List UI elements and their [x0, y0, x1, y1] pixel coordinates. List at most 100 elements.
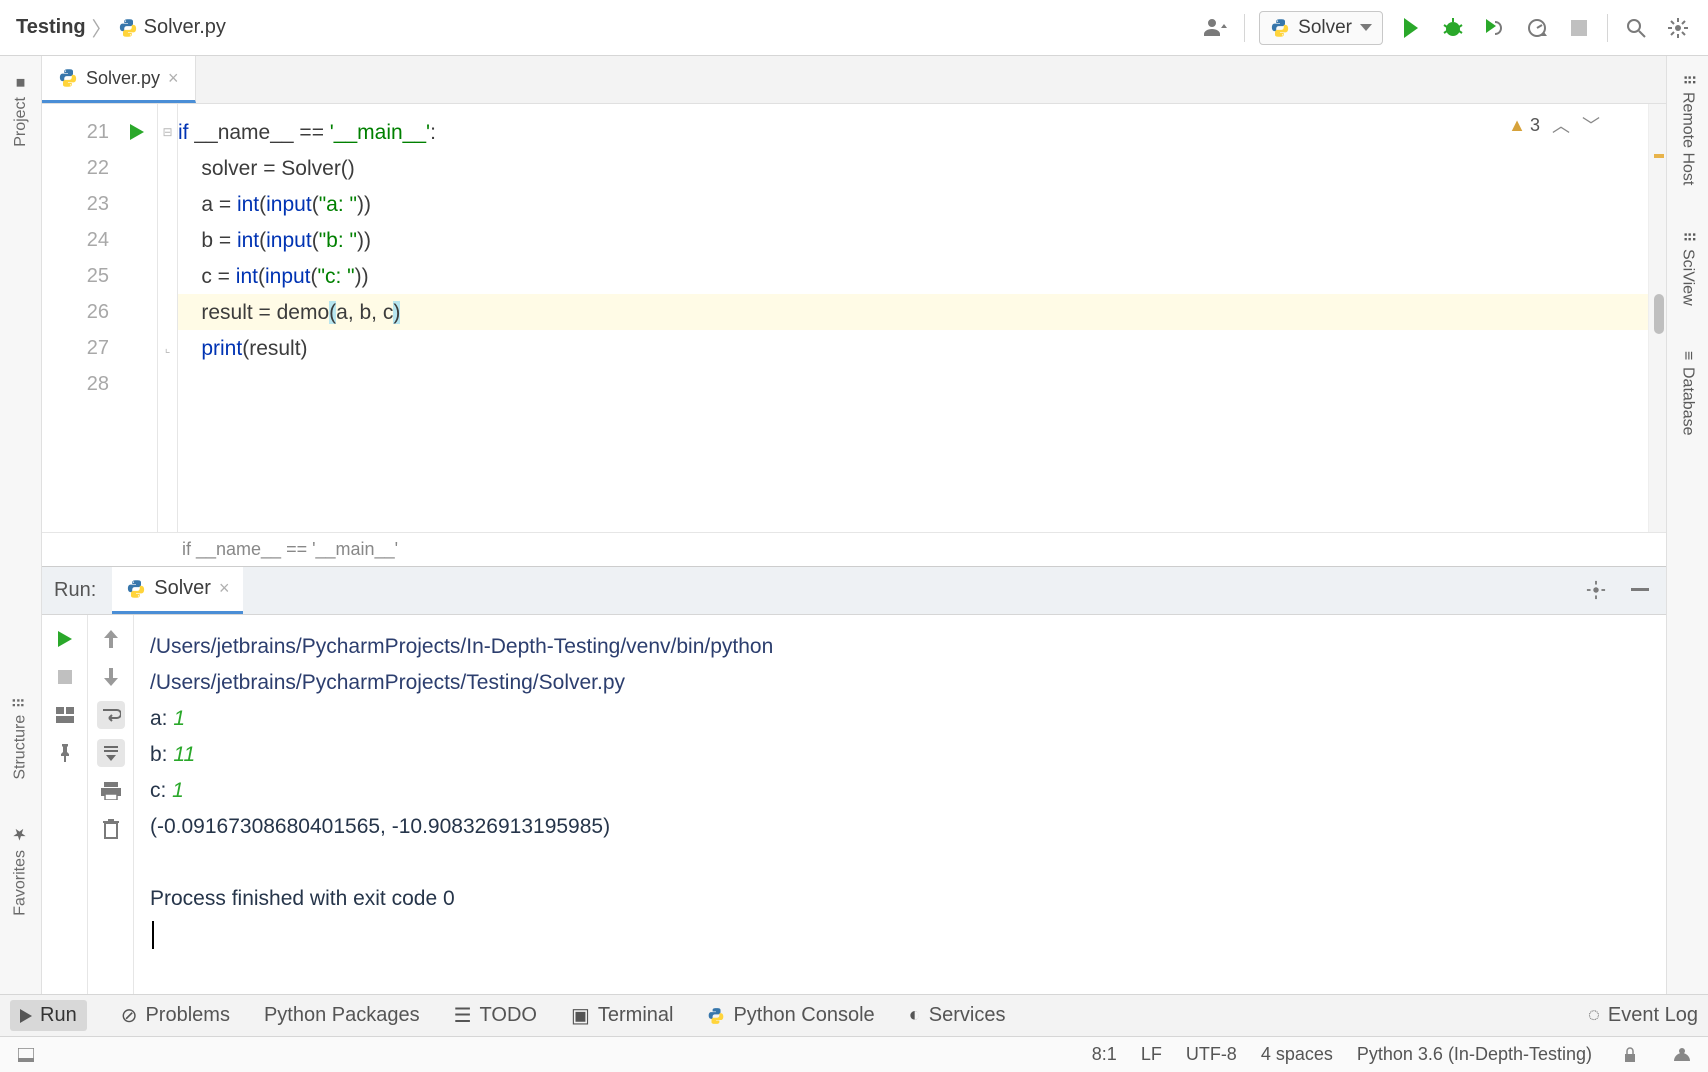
lock-icon[interactable]	[1616, 1041, 1644, 1069]
bottom-run-label: Run	[40, 1004, 77, 1027]
scrollbar-thumb[interactable]	[1654, 294, 1664, 334]
breadcrumb-file-label: Solver.py	[144, 16, 226, 39]
rerun-button[interactable]	[51, 625, 79, 653]
code-line: b = int(input("b: "))	[178, 222, 1648, 258]
line-num: 24	[42, 222, 109, 258]
settings-button[interactable]	[1664, 14, 1692, 42]
code-line: c = int(input("c: "))	[178, 258, 1648, 294]
left-tool-sidebar: Project ■ Structure ⠿ Favorites ★	[0, 56, 42, 994]
line-num: 27	[42, 330, 109, 366]
sidebar-favorites-button[interactable]: Favorites ★	[11, 817, 30, 924]
sidebar-project-button[interactable]: Project ■	[12, 66, 30, 155]
line-num: 28	[42, 366, 109, 402]
inspection-badge[interactable]: ▲ 3 ︿ ﹀	[1508, 112, 1600, 138]
gutter-run-main-icon[interactable]	[117, 114, 157, 150]
bottom-console-button[interactable]: Python Console	[707, 1004, 874, 1027]
up-arrow-button[interactable]	[97, 625, 125, 653]
status-line-ending[interactable]: LF	[1141, 1044, 1162, 1065]
python-config-icon	[1270, 18, 1290, 38]
run-output[interactable]: /Users/jetbrains/PycharmProjects/In-Dept…	[134, 615, 1666, 995]
soft-wrap-button[interactable]	[97, 701, 125, 729]
editor-tab-bar: Solver.py ×	[42, 56, 1666, 104]
bottom-services-button[interactable]: ◐ Services	[909, 1004, 1006, 1027]
stop-button	[1565, 14, 1593, 42]
print-button[interactable]	[97, 777, 125, 805]
delete-button[interactable]	[97, 815, 125, 843]
sidebar-remote-label: Remote Host	[1679, 92, 1697, 185]
top-toolbar-controls: Solver	[1202, 11, 1692, 45]
run-header-label: Run:	[54, 579, 96, 602]
output-line: b: 11	[150, 737, 1650, 773]
pin-button[interactable]	[51, 739, 79, 767]
run-icon	[20, 1009, 32, 1023]
search-everywhere-button[interactable]	[1622, 14, 1650, 42]
bottom-problems-button[interactable]: ⊘ Problems	[121, 1003, 230, 1028]
editor-breadcrumb[interactable]: if __name__ == '__main__'	[42, 532, 1666, 566]
editor-tab-solver[interactable]: Solver.py ×	[42, 56, 196, 103]
status-indent[interactable]: 4 spaces	[1261, 1044, 1333, 1065]
status-cursor-position[interactable]: 8:1	[1092, 1044, 1117, 1065]
editor-crumb-text: if __name__ == '__main__'	[182, 539, 398, 560]
sidebar-database-button[interactable]: ≡ Database	[1679, 343, 1697, 443]
problems-icon: ⊘	[121, 1003, 138, 1028]
code-line: a = int(input("a: "))	[178, 186, 1648, 222]
status-bar: 8:1 LF UTF-8 4 spaces Python 3.6 (In-Dep…	[0, 1036, 1708, 1072]
python-file-icon	[126, 579, 146, 599]
status-interpreter[interactable]: Python 3.6 (In-Depth-Testing)	[1357, 1044, 1592, 1065]
fold-column[interactable]: ⊟ ⌞	[158, 104, 178, 532]
bottom-todo-button[interactable]: ☰ TODO	[454, 1003, 537, 1028]
breadcrumb[interactable]: Testing 〉 Solver.py	[16, 13, 226, 42]
stop-run-button	[51, 663, 79, 691]
code-area[interactable]: ▲ 3 ︿ ﹀ if __name__ == '__main__': solve…	[178, 104, 1648, 532]
nav-prev-icon[interactable]: ︿	[1552, 112, 1570, 138]
sidebar-sciview-button[interactable]: ⠿ SciView	[1678, 223, 1697, 313]
todo-icon: ☰	[454, 1003, 472, 1028]
debug-button[interactable]	[1439, 14, 1467, 42]
right-tool-sidebar: ⠿ Remote Host ⠿ SciView ≡ Database	[1666, 56, 1708, 994]
run-panel-header: Run: Solver ×	[42, 567, 1666, 615]
line-num: 26	[42, 294, 109, 330]
layout-button[interactable]	[51, 701, 79, 729]
editor-scrollbar[interactable]	[1648, 104, 1666, 532]
coverage-run-button[interactable]	[1481, 14, 1509, 42]
output-interpreter-path: /Users/jetbrains/PycharmProjects/In-Dept…	[150, 629, 1650, 665]
scrollbar-warning-marker[interactable]	[1654, 154, 1664, 158]
inspection-profile-icon[interactable]	[1668, 1041, 1696, 1069]
close-run-tab-icon[interactable]: ×	[219, 578, 230, 599]
run-button[interactable]	[1397, 14, 1425, 42]
line-numbers: 21 22 23 24 25 26 27 28	[42, 104, 117, 532]
bottom-run-button[interactable]: Run	[10, 1000, 87, 1031]
breadcrumb-file[interactable]: Solver.py	[118, 16, 226, 39]
minimize-panel-button[interactable]	[1626, 576, 1654, 604]
bottom-eventlog-button[interactable]: ◌ Event Log	[1588, 1004, 1698, 1027]
sidebar-structure-label: Structure	[12, 714, 30, 779]
sidebar-remote-host-button[interactable]: ⠿ Remote Host	[1678, 66, 1697, 193]
toolwindow-toggle-button[interactable]	[12, 1041, 40, 1069]
status-encoding[interactable]: UTF-8	[1186, 1044, 1237, 1065]
code-line	[178, 366, 1648, 402]
run-tab-solver[interactable]: Solver ×	[112, 567, 243, 614]
fold-toggle-icon[interactable]: ⊟	[158, 114, 177, 150]
scroll-to-end-button[interactable]	[97, 739, 125, 767]
nav-next-icon[interactable]: ﹀	[1582, 112, 1600, 138]
fold-end-icon[interactable]: ⌞	[158, 330, 177, 366]
output-script-path: /Users/jetbrains/PycharmProjects/Testing…	[150, 665, 1650, 701]
breadcrumb-project[interactable]: Testing	[16, 16, 86, 39]
structure-icon: ⠿	[11, 697, 30, 709]
bottom-packages-button[interactable]: Python Packages	[264, 1004, 420, 1027]
run-configuration-selector[interactable]: Solver	[1259, 11, 1383, 45]
down-arrow-button[interactable]	[97, 663, 125, 691]
profile-run-button[interactable]	[1523, 14, 1551, 42]
bottom-terminal-button[interactable]: ▣ Terminal	[571, 1003, 673, 1028]
top-toolbar: Testing 〉 Solver.py Solver	[0, 0, 1708, 56]
python-console-icon	[707, 1007, 725, 1025]
sidebar-structure-button[interactable]: Structure ⠿	[11, 689, 30, 788]
close-tab-icon[interactable]: ×	[168, 68, 179, 89]
breadcrumb-project-label: Testing	[16, 16, 86, 39]
run-side-toolbar-b	[88, 615, 134, 995]
sciview-icon: ⠿	[1678, 231, 1697, 243]
user-dropdown-icon[interactable]	[1202, 14, 1230, 42]
editor-tab-label: Solver.py	[86, 68, 160, 89]
run-settings-button[interactable]	[1582, 576, 1610, 604]
python-file-icon	[58, 68, 78, 88]
